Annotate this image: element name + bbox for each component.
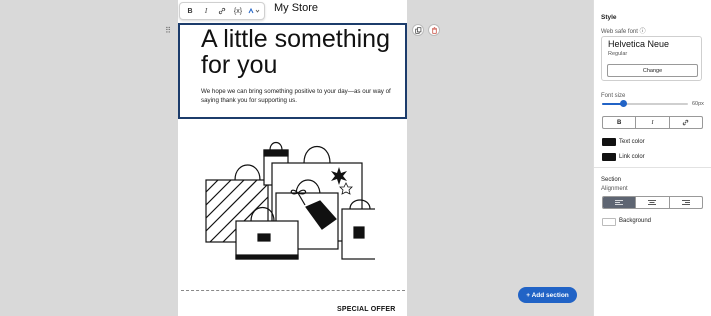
section-heading: Section xyxy=(601,177,622,183)
text-format-group: B I xyxy=(602,116,703,129)
bold-button[interactable]: B xyxy=(182,4,198,18)
link-icon[interactable] xyxy=(214,4,230,18)
font-size-slider-thumb[interactable] xyxy=(620,100,627,107)
font-size-label: Font size xyxy=(601,93,626,99)
panel-link-icon[interactable] xyxy=(670,117,702,128)
store-name[interactable]: My Store xyxy=(274,2,318,14)
drag-handle-icon[interactable]: ⠿ xyxy=(163,26,173,36)
body-text[interactable]: We hope we can bring something positive … xyxy=(201,87,401,105)
background-label: Background xyxy=(619,218,652,224)
align-right-button[interactable] xyxy=(670,197,702,208)
background-color-swatch[interactable] xyxy=(602,218,616,226)
panel-divider xyxy=(594,167,711,168)
special-offer-heading[interactable]: SPECIAL OFFER xyxy=(337,306,395,313)
headline[interactable]: A little something for you xyxy=(201,26,391,78)
style-heading: Style xyxy=(601,14,617,21)
align-left-button[interactable] xyxy=(603,197,637,208)
font-name: Helvetica Neue xyxy=(608,39,670,49)
alignment-group xyxy=(602,196,703,209)
font-style: Regular xyxy=(608,51,628,57)
change-font-button[interactable]: Change xyxy=(607,64,698,77)
delete-icon[interactable] xyxy=(428,24,440,36)
panel-italic-button[interactable]: I xyxy=(636,117,670,128)
font-size-value: 60px xyxy=(692,101,704,107)
align-center-button[interactable] xyxy=(636,197,670,208)
add-section-button[interactable]: + Add section xyxy=(518,287,577,303)
link-color-label: Link color xyxy=(619,154,645,160)
web-safe-font-label: Web safe font ⓘ xyxy=(601,29,646,35)
more-options-button[interactable] xyxy=(246,4,262,18)
text-format-toolbar: B I {x} xyxy=(179,2,265,20)
alignment-label: Alignment xyxy=(601,186,628,192)
section-divider xyxy=(181,290,405,291)
text-color-swatch[interactable] xyxy=(602,138,616,146)
variable-button[interactable]: {x} xyxy=(230,4,246,18)
duplicate-icon[interactable] xyxy=(412,24,424,36)
italic-button[interactable]: I xyxy=(198,4,214,18)
panel-bold-button[interactable]: B xyxy=(603,117,637,128)
text-color-label: Text color xyxy=(619,139,645,145)
shopping-bags-illustration xyxy=(205,141,375,260)
link-color-swatch[interactable] xyxy=(602,153,616,161)
